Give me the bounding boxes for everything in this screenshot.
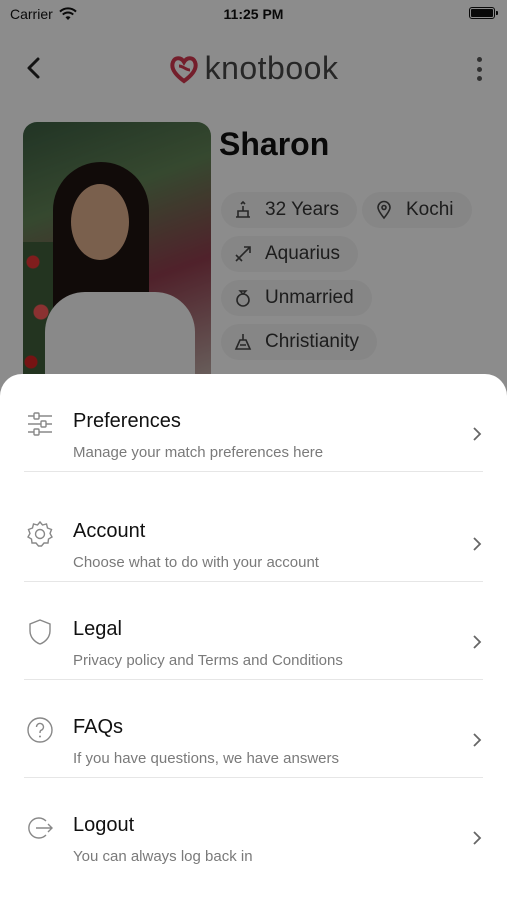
menu-item-title: Preferences xyxy=(73,410,181,432)
chevron-right-icon xyxy=(473,537,482,551)
question-circle-icon xyxy=(27,717,53,743)
menu-item-subtitle: Manage your match preferences here xyxy=(73,444,324,461)
divider xyxy=(24,471,483,472)
menu-item-subtitle: Choose what to do with your account xyxy=(73,554,319,571)
gear-icon xyxy=(27,520,53,547)
menu-item-account[interactable]: Account Choose what to do with your acco… xyxy=(0,484,507,582)
menu-item-logout[interactable]: Logout You can always log back in xyxy=(0,778,507,876)
menu-item-legal[interactable]: Legal Privacy policy and Terms and Condi… xyxy=(0,582,507,680)
sliders-icon xyxy=(28,412,52,436)
logout-icon xyxy=(28,817,53,839)
menu-item-title: Account xyxy=(73,520,146,542)
menu-item-title: FAQs xyxy=(73,716,124,738)
menu-item-subtitle: If you have questions, we have answers xyxy=(73,750,339,767)
chevron-right-icon xyxy=(473,733,482,747)
chevron-right-icon xyxy=(473,831,482,845)
menu-item-subtitle: Privacy policy and Terms and Conditions xyxy=(73,652,343,669)
menu-item-title: Logout xyxy=(73,814,135,836)
shield-icon xyxy=(29,619,51,645)
chevron-right-icon xyxy=(473,635,482,649)
menu-item-subtitle: You can always log back in xyxy=(73,848,253,865)
menu-item-preferences[interactable]: Preferences Manage your match preference… xyxy=(0,374,507,472)
settings-bottom-sheet: Preferences Manage your match preference… xyxy=(0,374,507,900)
menu-item-faqs[interactable]: FAQs If you have questions, we have answ… xyxy=(0,680,507,778)
menu-item-title: Legal xyxy=(73,618,122,640)
chevron-right-icon xyxy=(473,427,482,441)
